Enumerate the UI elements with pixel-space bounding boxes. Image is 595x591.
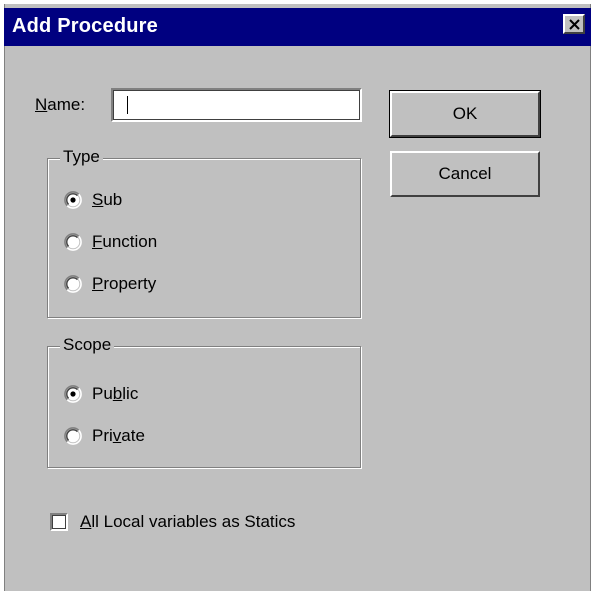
type-radio-label: Function [92,232,158,251]
type-group-title: Type [60,147,103,167]
scope-radio-label: Private [92,426,145,445]
name-input[interactable] [111,88,362,122]
statics-checkbox[interactable] [50,513,68,531]
scope-group-title: Scope [60,335,115,355]
scope-groupbox [47,346,361,468]
type-radio-function[interactable]: Function [64,231,157,253]
close-button[interactable] [563,14,585,34]
statics-checkbox-label[interactable]: All Local variables as Statics [80,512,295,532]
title-bar[interactable]: Add Procedure [4,8,591,46]
radio-button-icon[interactable] [64,275,82,293]
ok-button-label: OK [452,104,478,123]
scope-radio-label: Public [92,384,139,403]
text-caret [127,96,128,114]
radio-button-icon[interactable] [64,427,82,445]
ok-button[interactable]: OK [389,90,541,138]
type-radio-label: Property [92,274,157,293]
type-radio-label: Sub [92,190,123,209]
scope-radio-public[interactable]: Public [64,383,138,405]
cancel-button[interactable]: Cancel [390,151,540,197]
type-radio-sub[interactable]: Sub [64,189,122,211]
scope-radio-private[interactable]: Private [64,425,145,447]
dialog-title: Add Procedure [12,15,158,37]
cancel-button-label: Cancel [438,164,492,183]
radio-button-icon[interactable] [64,191,82,209]
radio-button-icon[interactable] [64,385,82,403]
close-icon [569,19,580,30]
type-radio-property[interactable]: Property [64,273,156,295]
radio-button-icon[interactable] [64,233,82,251]
name-label: Name: [35,95,86,114]
